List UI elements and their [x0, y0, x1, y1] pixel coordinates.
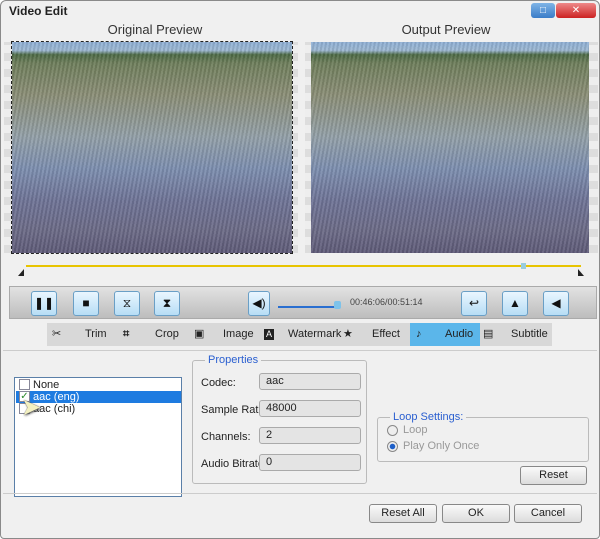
divider — [3, 350, 597, 351]
timeline-slider[interactable] — [26, 265, 581, 267]
end-marker-icon[interactable] — [578, 269, 584, 276]
subtitle-icon: ▤ — [483, 328, 494, 340]
tab-crop[interactable]: ⌗ Crop — [115, 323, 187, 346]
codec-label: Codec: — [201, 377, 236, 389]
track-checkbox[interactable] — [19, 379, 30, 390]
sample-rate-field: 48000 — [259, 400, 361, 417]
sample-rate-label: Sample Rate: — [201, 404, 268, 416]
loop-settings-title: Loop Settings: — [390, 411, 467, 423]
set-end-button[interactable]: ⧗ — [154, 291, 180, 316]
divider — [3, 493, 597, 494]
image-icon: ▣ — [194, 328, 205, 340]
playback-controls: ❚❚ ■ ⧖ ⧗ ◀) 00:46:06/00:51:14 ↩ ▲ ◀ — [9, 286, 597, 319]
tab-subtitle[interactable]: ▤ Subtitle — [480, 323, 552, 346]
play-once-label: Play Only Once — [403, 440, 480, 452]
codec-field: aac — [259, 373, 361, 390]
list-item[interactable]: None — [16, 379, 181, 391]
maximize-icon[interactable]: □ — [531, 3, 555, 18]
bitrate-label: Audio Bitrate: — [201, 458, 268, 470]
stop-button[interactable]: ■ — [73, 291, 99, 316]
original-preview[interactable] — [4, 41, 298, 254]
music-note-icon: ♪ — [416, 328, 422, 340]
window-title: Video Edit — [9, 4, 68, 18]
close-icon[interactable]: ✕ — [556, 3, 596, 18]
output-video-frame — [311, 42, 589, 253]
flip-horizontal-button[interactable]: ◀ — [543, 291, 569, 316]
output-preview — [305, 42, 598, 253]
edit-tabs: ✂ Trim ⌗ Crop ▣ Image A Watermark ★ Effect ♪ A… — [47, 323, 552, 346]
bitrate-field: 0 — [259, 454, 361, 471]
loop-label: Loop — [403, 424, 428, 436]
original-preview-label: Original Preview — [107, 22, 203, 37]
play-once-radio[interactable] — [387, 441, 398, 452]
channels-field: 2 — [259, 427, 361, 444]
tab-image[interactable]: ▣ Image — [187, 323, 257, 346]
pause-button[interactable]: ❚❚ — [31, 291, 57, 316]
properties-group: Properties Codec: aac Sample Rate: 48000… — [192, 354, 367, 484]
volume-thumb[interactable] — [334, 301, 341, 309]
timeline-thumb[interactable] — [521, 263, 526, 269]
volume-icon[interactable]: ◀) — [248, 291, 270, 316]
tab-effect[interactable]: ★ Effect — [340, 323, 410, 346]
time-display: 00:46:06/00:51:14 — [350, 297, 423, 307]
channels-label: Channels: — [201, 431, 251, 443]
scissors-icon: ✂ — [52, 328, 62, 340]
ok-button[interactable]: OK — [442, 504, 510, 523]
tab-trim[interactable]: ✂ Trim — [47, 323, 115, 346]
tab-audio[interactable]: ♪ Audio — [410, 323, 480, 346]
watermark-icon: A — [264, 329, 275, 340]
loop-settings-group: Loop Settings: Loop Play Only Once — [377, 411, 589, 462]
volume-slider[interactable] — [278, 306, 338, 308]
loop-radio[interactable] — [387, 425, 398, 436]
properties-title: Properties — [205, 354, 262, 366]
original-video-frame[interactable] — [11, 41, 293, 254]
tab-watermark[interactable]: A Watermark — [257, 323, 341, 346]
output-preview-label: Output Preview — [401, 22, 491, 37]
rotate-button[interactable]: ↩ — [461, 291, 487, 316]
set-start-button[interactable]: ⧖ — [114, 291, 140, 316]
mouse-cursor-icon: ➤ — [21, 394, 42, 421]
start-marker-icon[interactable] — [18, 269, 24, 276]
crop-icon: ⌗ — [123, 328, 130, 340]
flip-vertical-button[interactable]: ▲ — [502, 291, 528, 316]
star-icon: ★ — [343, 328, 353, 340]
reset-all-button[interactable]: Reset All — [369, 504, 437, 523]
reset-button[interactable]: Reset — [520, 466, 587, 485]
video-edit-window: Video Edit □ ✕ Original Preview Output P… — [0, 0, 600, 539]
cancel-button[interactable]: Cancel — [514, 504, 582, 523]
